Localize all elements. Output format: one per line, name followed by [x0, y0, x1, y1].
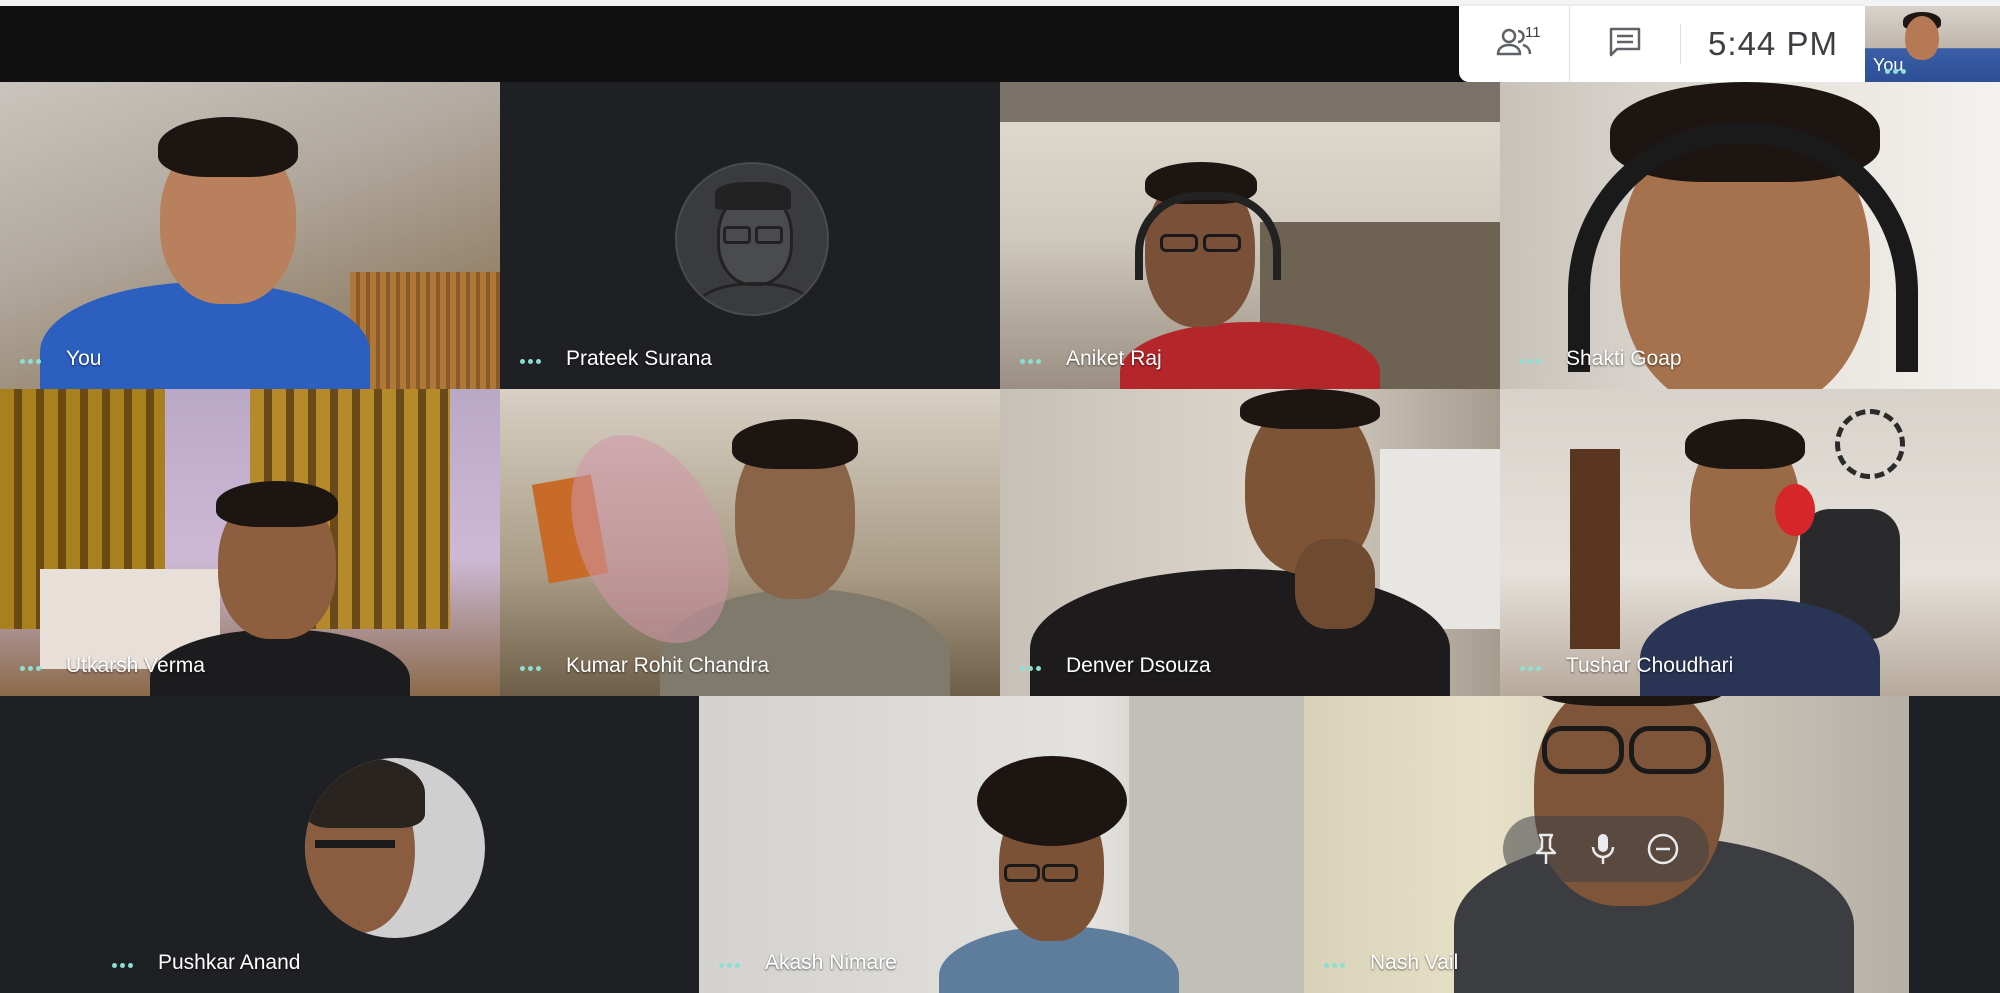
- video-tile-kumar[interactable]: Kumar Rohit Chandra: [500, 389, 1000, 696]
- door-frame: [1570, 449, 1620, 649]
- more-options-icon[interactable]: [719, 963, 740, 968]
- more-options-icon[interactable]: [112, 963, 133, 968]
- video-tile-akash[interactable]: Akash Nimare: [699, 696, 1304, 993]
- participant-name: Pushkar Anand: [158, 951, 301, 974]
- more-options-icon[interactable]: [520, 666, 541, 671]
- more-options-icon[interactable]: [20, 359, 41, 364]
- participants-button[interactable]: 11: [1459, 6, 1569, 82]
- more-options-icon[interactable]: [1520, 359, 1541, 364]
- participant-name: Kumar Rohit Chandra: [566, 654, 770, 677]
- video-tile-utkarsh[interactable]: Utkarsh Verma: [0, 389, 500, 696]
- avatar-hair: [715, 182, 791, 210]
- glasses-left: [1004, 864, 1040, 882]
- headphones: [1135, 192, 1281, 280]
- remove-icon[interactable]: [1646, 832, 1680, 866]
- participant-hair: [977, 756, 1127, 846]
- participant-name: Aniket Raj: [1066, 347, 1162, 370]
- video-tile-shakti[interactable]: Shakti Goap: [1500, 82, 2000, 389]
- more-options-icon[interactable]: [1520, 666, 1541, 671]
- avatar-glasses-left: [723, 226, 751, 244]
- participant-name: You: [66, 347, 102, 370]
- avatar: [305, 758, 485, 938]
- more-options-icon[interactable]: [20, 666, 41, 671]
- self-preview-face: [1905, 16, 1939, 60]
- participant-name: Akash Nimare: [765, 951, 897, 974]
- participant-name: Utkarsh Verma: [66, 654, 205, 677]
- participant-name: Prateek Surana: [566, 347, 712, 370]
- more-options-icon[interactable]: [1885, 69, 1996, 74]
- video-tile-you[interactable]: You: [0, 82, 500, 389]
- meeting-clock: 5:44 PM: [1680, 24, 1865, 64]
- participant-hair: [1685, 419, 1805, 469]
- avatar-glasses-right: [755, 226, 783, 244]
- avatar-glasses: [315, 840, 395, 848]
- participant-name: Nash Vail: [1370, 951, 1459, 974]
- self-preview[interactable]: You: [1865, 6, 2000, 82]
- avatar-shoulders: [697, 282, 813, 314]
- glasses-right: [1629, 726, 1711, 774]
- participant-hair: [216, 481, 338, 527]
- meeting-info-panel: 11 5:44 PM: [1459, 6, 1865, 82]
- more-options-icon[interactable]: [1324, 963, 1345, 968]
- avatar-hair: [305, 758, 425, 828]
- participants-count: 11: [1525, 24, 1541, 41]
- participant-name: Denver Dsouza: [1066, 654, 1211, 677]
- participant-name: Tushar Choudhari: [1566, 654, 1734, 677]
- glasses-right: [1042, 864, 1078, 882]
- blinds-background: [350, 272, 500, 389]
- glasses-left: [1542, 726, 1624, 774]
- mic-icon[interactable]: [1590, 832, 1616, 866]
- participant-hand: [1295, 539, 1375, 629]
- tile-hover-controls: [1503, 816, 1709, 882]
- more-options-icon[interactable]: [1020, 666, 1041, 671]
- ceiling-shadow: [1000, 82, 1500, 122]
- video-tile-tushar[interactable]: Tushar Choudhari: [1500, 389, 2000, 696]
- video-tile-denver[interactable]: Denver Dsouza: [1000, 389, 1500, 696]
- participant-name: Shakti Goap: [1566, 347, 1682, 370]
- video-tile-pushkar[interactable]: Pushkar Anand: [92, 696, 699, 993]
- more-options-icon[interactable]: [520, 359, 541, 364]
- pin-icon[interactable]: [1532, 832, 1560, 866]
- avatar: [675, 162, 829, 316]
- participant-hair: [158, 117, 298, 177]
- chat-icon: [1608, 26, 1642, 63]
- red-headphones: [1775, 484, 1815, 536]
- video-tile-aniket[interactable]: Aniket Raj: [1000, 82, 1500, 389]
- wall-decor: [1835, 409, 1905, 479]
- participant-hair: [732, 419, 858, 469]
- chat-button[interactable]: [1569, 6, 1680, 82]
- participant-hair: [1240, 389, 1380, 429]
- video-tile-prateek[interactable]: Prateek Surana: [500, 82, 1000, 389]
- more-options-icon[interactable]: [1020, 359, 1041, 364]
